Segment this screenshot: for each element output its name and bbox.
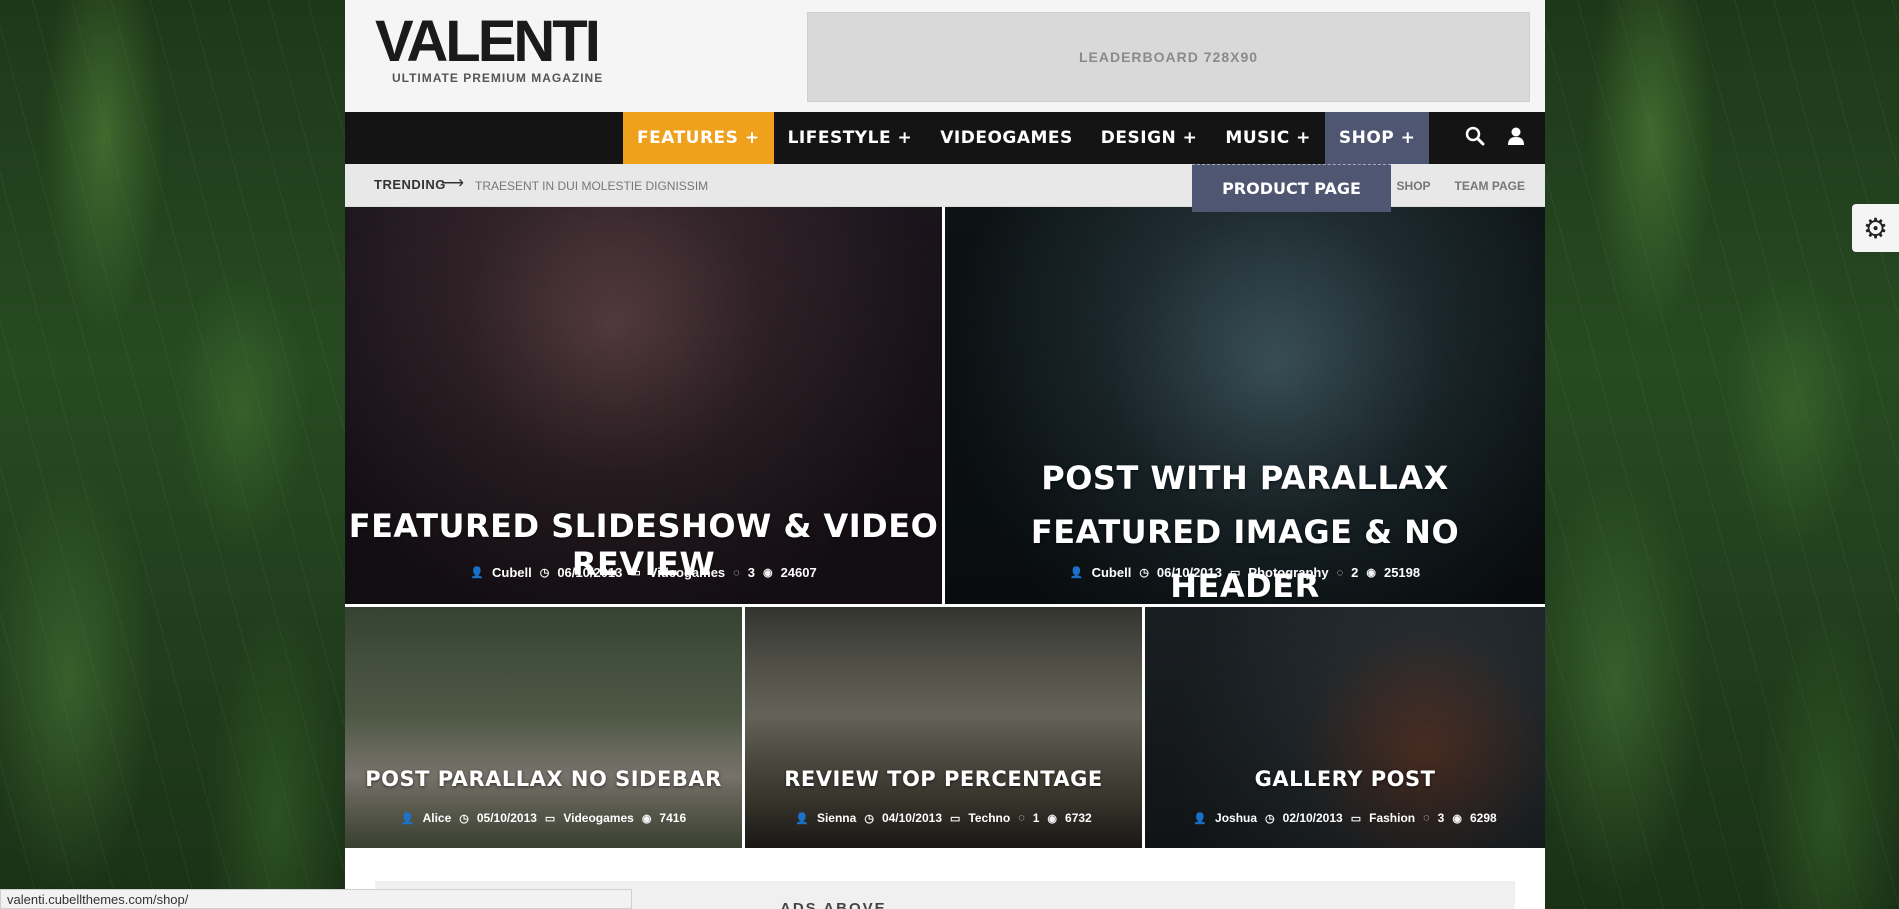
folder-icon: ▭ <box>1350 812 1362 825</box>
post-category[interactable]: Fashion <box>1369 811 1415 825</box>
ad-label: ADS ABOVE <box>780 900 887 909</box>
post-author[interactable]: Sienna <box>817 811 856 825</box>
post-comments[interactable]: 3 <box>748 565 755 580</box>
trending-link-team-page[interactable]: TEAM PAGE <box>1455 179 1525 193</box>
main-nav: FEATURES + LIFESTYLE + VIDEOGAMES DESIGN… <box>345 112 1545 164</box>
post-views: 6732 <box>1065 811 1092 825</box>
trending-link[interactable]: TRAESENT IN DUI MOLESTIE DIGNISSIM <box>475 179 708 193</box>
status-bar-url: valenti.cubellthemes.com/shop/ <box>0 889 632 909</box>
nav-item-shop[interactable]: SHOP + <box>1324 112 1430 164</box>
shop-dropdown-item-product-page[interactable]: PRODUCT PAGE <box>1192 164 1391 212</box>
eye-icon: ◉ <box>641 812 652 825</box>
search-icon[interactable] <box>1465 126 1485 151</box>
user-icon[interactable] <box>1507 126 1525 151</box>
post-comments[interactable]: 2 <box>1351 565 1358 580</box>
clock-icon: ◷ <box>1265 812 1275 825</box>
user-icon: 👤 <box>400 812 415 825</box>
post-date: 02/10/2013 <box>1282 811 1343 825</box>
clock-icon: ◷ <box>459 812 469 825</box>
clock-icon: ◷ <box>1139 567 1149 579</box>
post-title[interactable]: POST PARALLAX NO SIDEBAR <box>345 767 742 791</box>
clock-icon: ◷ <box>539 567 550 579</box>
post-meta: 👤 Alice ◷ 05/10/2013 ▭ Videogames ◉ 7416 <box>345 811 742 825</box>
nav-item-lifestyle[interactable]: LIFESTYLE + <box>774 112 927 164</box>
post-date: 04/10/2013 <box>881 811 942 825</box>
post-views: 6298 <box>1469 811 1497 825</box>
background-forest-left <box>0 0 345 909</box>
page-wrapper: VALENTI ULTIMATE PREMIUM MAGAZINE LEADER… <box>345 0 1545 909</box>
user-icon: 👤 <box>795 812 809 825</box>
eye-icon: ◉ <box>1047 812 1058 825</box>
featured-post-2[interactable]: POST WITH PARALLAX FEATURED IMAGE & NO H… <box>945 207 1545 604</box>
leaderboard-ad[interactable]: LEADERBOARD 728X90 <box>807 12 1530 102</box>
site-tagline: ULTIMATE PREMIUM MAGAZINE <box>392 71 604 85</box>
post-views: 25198 <box>1383 565 1421 580</box>
nav-item-design[interactable]: DESIGN + <box>1087 112 1212 164</box>
comment-icon: ◌ <box>733 566 740 579</box>
eye-icon: ◉ <box>762 567 773 579</box>
post-author[interactable]: Alice <box>423 811 452 825</box>
post-author[interactable]: Cubell <box>1092 565 1132 580</box>
post-category[interactable]: Videogames <box>563 811 633 825</box>
comment-icon: ◌ <box>1336 566 1344 579</box>
folder-icon: ▭ <box>1230 567 1241 579</box>
post-date: 06/10/2013 <box>557 565 623 580</box>
post-views: 24607 <box>780 565 817 580</box>
comment-icon: ◌ <box>1018 812 1025 824</box>
site-header: VALENTI ULTIMATE PREMIUM MAGAZINE LEADER… <box>345 0 1545 112</box>
eye-icon: ◉ <box>1366 567 1376 579</box>
gear-icon[interactable]: ⚙ <box>1852 204 1899 252</box>
nav-item-music[interactable]: MUSIC + <box>1211 112 1324 164</box>
nav-item-videogames[interactable]: VIDEOGAMES <box>926 112 1087 164</box>
folder-icon: ▭ <box>544 812 556 825</box>
user-icon: 👤 <box>1069 567 1084 579</box>
post-category[interactable]: Videogames <box>649 565 725 580</box>
post-views: 7416 <box>659 811 687 825</box>
post-date: 06/10/2013 <box>1156 565 1222 580</box>
folder-icon: ▭ <box>630 567 641 579</box>
clock-icon: ◷ <box>864 812 874 825</box>
featured-post-5[interactable]: GALLERY POST 👤 Joshua ◷ 02/10/2013 ▭ Fashio… <box>1145 607 1545 848</box>
post-date: 05/10/2013 <box>476 811 537 825</box>
post-author[interactable]: Joshua <box>1215 811 1257 825</box>
featured-post-3[interactable]: POST PARALLAX NO SIDEBAR 👤 Alice ◷ 05/10/2… <box>345 607 742 848</box>
post-title[interactable]: POST WITH PARALLAX FEATURED IMAGE & NO H… <box>945 451 1545 604</box>
post-author[interactable]: Cubell <box>492 565 532 580</box>
post-meta: 👤 Sienna ◷ 04/10/2013 ▭ Techno ◌ 1 ◉ 6732 <box>745 811 1142 825</box>
comment-icon: ◌ <box>1423 812 1430 824</box>
featured-post-4[interactable]: REVIEW TOP PERCENTAGE 👤 Sienna ◷ 04/10/201… <box>745 607 1142 848</box>
post-category[interactable]: Photography <box>1248 565 1328 580</box>
post-comments[interactable]: 1 <box>1033 811 1040 825</box>
trending-link-shop[interactable]: SHOP <box>1397 179 1431 193</box>
featured-post-1[interactable]: FEATURED SLIDESHOW & VIDEO REVIEW 👤 Cubel… <box>345 207 942 604</box>
folder-icon: ▭ <box>950 812 961 825</box>
site-logo[interactable]: VALENTI <box>375 13 601 71</box>
trending-label: TRENDING <box>374 177 446 192</box>
arrow-right-icon: ⟶ <box>441 175 464 192</box>
post-meta: 👤 Cubell ◷ 06/10/2013 ▭ Videogames ◌ 3 ◉ 2460… <box>345 565 942 580</box>
user-icon: 👤 <box>1193 812 1208 825</box>
user-icon: 👤 <box>470 567 484 579</box>
post-comments[interactable]: 3 <box>1438 811 1445 825</box>
post-meta: 👤 Joshua ◷ 02/10/2013 ▭ Fashion ◌ 3 ◉ 6298 <box>1145 811 1545 825</box>
post-category[interactable]: Techno <box>968 811 1010 825</box>
post-title[interactable]: GALLERY POST <box>1145 767 1545 791</box>
post-title[interactable]: REVIEW TOP PERCENTAGE <box>745 767 1142 791</box>
nav-item-features[interactable]: FEATURES + <box>623 112 774 164</box>
background-forest-right <box>1545 0 1899 909</box>
eye-icon: ◉ <box>1452 812 1462 825</box>
post-meta: 👤 Cubell ◷ 06/10/2013 ▭ Photography ◌ 2 ◉ 251… <box>945 565 1545 580</box>
